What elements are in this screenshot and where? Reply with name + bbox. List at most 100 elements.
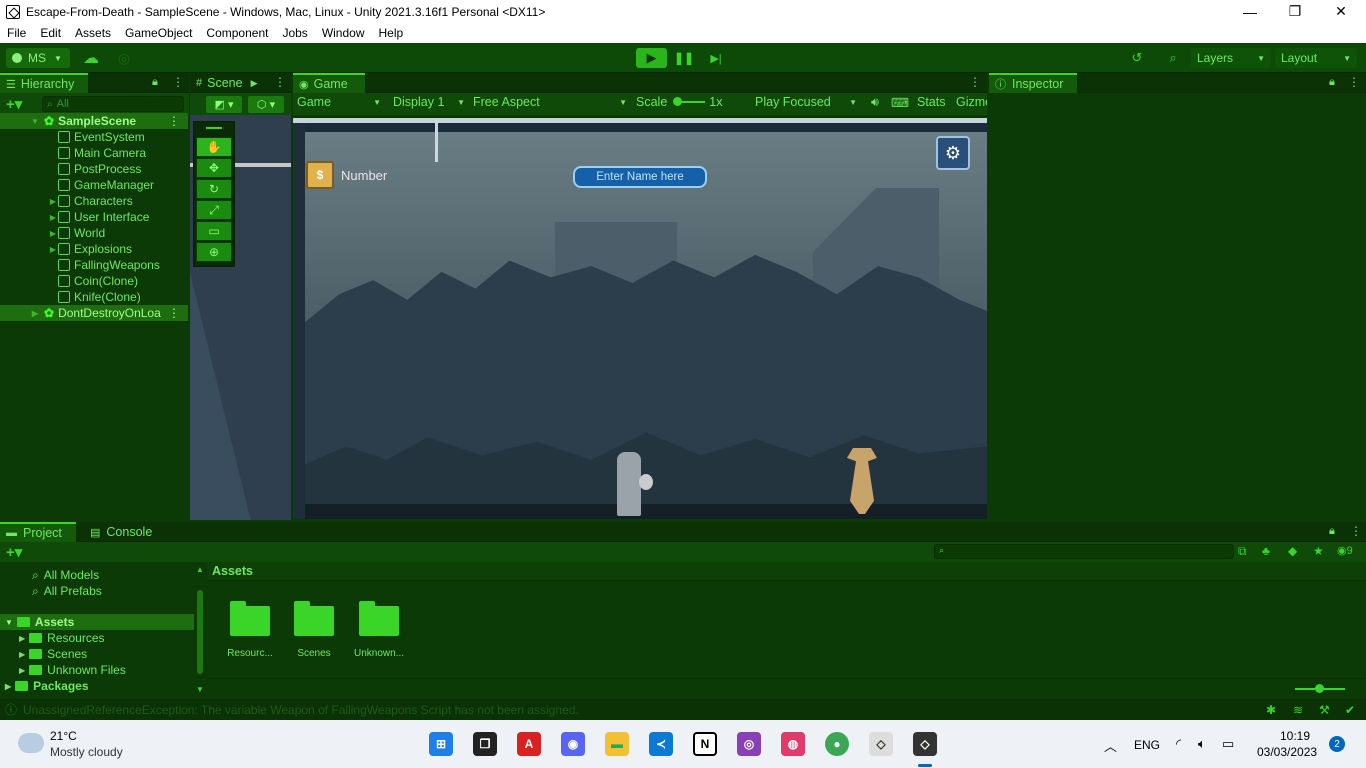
windows-start-icon[interactable]: ⊞: [429, 732, 453, 756]
zoom-thumb[interactable]: [1315, 684, 1324, 693]
tree-item[interactable]: ⌕ All Prefabs: [0, 583, 194, 599]
settings-gear-icon[interactable]: ⚙: [936, 136, 970, 170]
history-icon[interactable]: ↺: [1123, 48, 1151, 68]
wifi-icon[interactable]: ◜: [1176, 736, 1181, 752]
gizmo-cube-icon[interactable]: ⬡ ▾: [248, 96, 284, 113]
folder-icon[interactable]: [359, 601, 399, 636]
breadcrumb-assets[interactable]: Assets: [212, 564, 253, 578]
tab-project[interactable]: ▬ Project: [0, 522, 76, 542]
menu-gameobject[interactable]: GameObject: [125, 26, 192, 40]
hierarchy-item[interactable]: EventSystem: [0, 129, 188, 145]
transform-tool-icon[interactable]: ⊕: [196, 242, 232, 262]
hierarchy-item[interactable]: Knife(Clone): [0, 289, 188, 305]
hierarchy-item[interactable]: PostProcess: [0, 161, 188, 177]
battery-icon[interactable]: ▭: [1222, 736, 1234, 752]
tab-hierarchy[interactable]: ☰ Hierarchy: [0, 73, 88, 93]
menu-help[interactable]: Help: [379, 26, 404, 40]
weather-temp[interactable]: 21°C: [50, 729, 77, 743]
audio-icon[interactable]: 🔊︎: [867, 92, 883, 112]
display-mode-dropdown[interactable]: Game ▼: [297, 92, 383, 112]
notion-icon[interactable]: N: [693, 732, 717, 756]
chrome-icon[interactable]: ●: [825, 732, 849, 756]
hierarchy-item[interactable]: ▶ Explosions: [0, 241, 188, 257]
check-icon[interactable]: ✔: [1345, 703, 1355, 717]
menu-window[interactable]: Window: [322, 26, 365, 40]
hierarchy-search-input[interactable]: ⌕ All: [42, 96, 184, 112]
expand-arrow-icon[interactable]: ▶: [48, 245, 58, 254]
cloud-icon[interactable]: ☁: [78, 48, 104, 68]
keyboard-icon[interactable]: ⌨: [891, 92, 909, 112]
hidden-packages-icon[interactable]: ◉9: [1337, 544, 1353, 557]
tree-scrollbar[interactable]: ▲ ▼: [196, 566, 204, 696]
scroll-thumb[interactable]: [197, 590, 203, 674]
rect-tool-icon[interactable]: ▭: [196, 221, 232, 241]
tree-item[interactable]: ▶ Resources: [0, 630, 194, 646]
collab-icon[interactable]: ◎: [112, 48, 136, 68]
play-button[interactable]: ▶: [636, 48, 667, 68]
tree-item[interactable]: ▶ Unknown Files: [0, 662, 194, 678]
more-options-icon[interactable]: ⋮: [1348, 75, 1360, 89]
expand-arrow-icon[interactable]: ▶: [48, 213, 58, 222]
file-explorer-icon[interactable]: ▬: [605, 732, 629, 756]
volume-icon[interactable]: 🔈︎: [1198, 736, 1206, 752]
lock-icon[interactable]: 🔒︎: [1329, 525, 1335, 538]
folder-label[interactable]: Scenes: [282, 648, 346, 659]
hierarchy-item[interactable]: Main Camera: [0, 145, 188, 161]
folder-icon[interactable]: [294, 601, 334, 636]
add-icon[interactable]: +▾: [6, 95, 22, 113]
more-options-icon[interactable]: ⋮: [274, 75, 286, 89]
expand-arrow-icon[interactable]: ▼: [30, 117, 40, 126]
menu-edit[interactable]: Edit: [40, 26, 61, 40]
ai-icon[interactable]: ⚒: [1319, 703, 1330, 717]
expand-arrow-icon[interactable]: ▶: [19, 666, 25, 675]
clock-date[interactable]: 03/03/2023: [1257, 745, 1317, 759]
github-desktop-icon[interactable]: ◎: [737, 732, 761, 756]
tab-console[interactable]: ▤ Console: [84, 522, 164, 542]
name-input[interactable]: Enter Name here: [573, 166, 707, 188]
weather-desc[interactable]: Mostly cloudy: [50, 745, 123, 759]
account-dropdown[interactable]: MS ▼: [6, 48, 70, 68]
folder-icon[interactable]: [230, 601, 270, 636]
expand-arrow-icon[interactable]: ▼: [5, 618, 13, 627]
aspect-dropdown[interactable]: Free Aspect ▼: [473, 92, 629, 112]
tab-game[interactable]: ◉ Game: [293, 73, 365, 93]
menu-file[interactable]: File: [7, 26, 26, 40]
more-options-icon[interactable]: ⋮: [168, 114, 180, 128]
unity-hub-icon[interactable]: ◇: [869, 732, 893, 756]
creative-cloud-icon[interactable]: ◍: [781, 732, 805, 756]
stats-button[interactable]: Stats: [917, 92, 949, 112]
more-options-icon[interactable]: ⋮: [1350, 524, 1362, 538]
play-mode-dropdown[interactable]: Play Focused ▼: [755, 92, 859, 112]
clock-time[interactable]: 10:19: [1280, 729, 1310, 743]
language-indicator[interactable]: ENG: [1134, 738, 1160, 752]
search-icon[interactable]: ⌕: [1159, 48, 1187, 68]
hierarchy-item[interactable]: ▶ Characters: [0, 193, 188, 209]
draw-mode-icon[interactable]: ◩ ▾: [206, 96, 242, 113]
move-tool-icon[interactable]: ✥: [196, 158, 232, 178]
gizmos-button[interactable]: Gizmo: [956, 92, 987, 112]
project-search-input[interactable]: ⌕: [934, 544, 1234, 559]
scale-tool-icon[interactable]: ⤢: [196, 200, 232, 220]
menu-assets[interactable]: Assets: [75, 26, 111, 40]
restore-button[interactable]: ❐: [1272, 0, 1318, 23]
hierarchy-item[interactable]: ▶ User Interface: [0, 209, 188, 225]
acrobat-icon[interactable]: A: [517, 732, 541, 756]
tab-scene[interactable]: # Scene ▶: [190, 73, 270, 93]
scale-slider[interactable]: Scale 1x: [636, 92, 746, 112]
cache-icon[interactable]: ≋: [1293, 703, 1303, 717]
layout-dropdown[interactable]: Layout ▼: [1275, 48, 1357, 68]
tree-packages-row[interactable]: ▶ Packages: [0, 678, 194, 694]
menu-component[interactable]: Component: [206, 26, 268, 40]
zoom-slider[interactable]: [1295, 684, 1345, 693]
minimize-button[interactable]: —: [1227, 0, 1273, 23]
tree-item[interactable]: ▶ Scenes: [0, 646, 194, 662]
hierarchy-item[interactable]: GameManager: [0, 177, 188, 193]
hand-tool-icon[interactable]: ✋: [196, 137, 232, 157]
scroll-down-icon[interactable]: ▼: [196, 686, 204, 694]
hierarchy-item[interactable]: ▶ World: [0, 225, 188, 241]
task-view-icon[interactable]: ❐: [473, 732, 497, 756]
more-options-icon[interactable]: ⋮: [172, 75, 184, 89]
expand-arrow-icon[interactable]: ▶: [48, 229, 58, 238]
step-button[interactable]: ▶|: [701, 48, 731, 68]
lock-icon[interactable]: 🔒︎: [152, 76, 158, 89]
